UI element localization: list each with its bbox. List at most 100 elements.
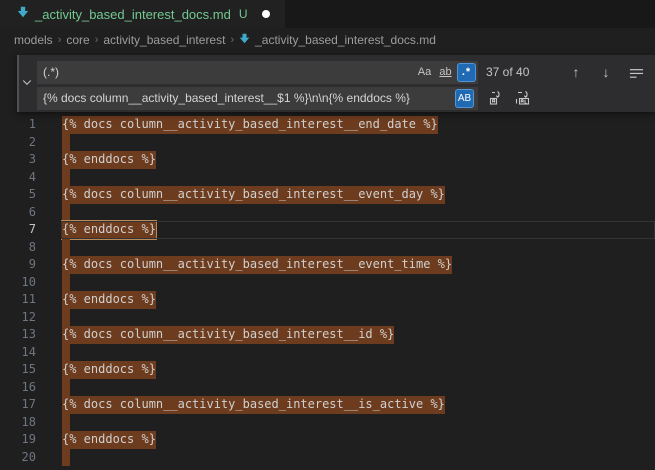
line-number: 20 <box>0 449 36 467</box>
find-match-empty <box>62 239 70 257</box>
breadcrumb: models › core › activity_based_interest … <box>0 28 655 52</box>
code-text: {% enddocs %} <box>62 431 156 449</box>
breadcrumb-item-activity-based-interest[interactable]: activity_based_interest <box>103 33 225 47</box>
code-text <box>62 134 70 152</box>
line-number: 13 <box>0 326 36 344</box>
line-number: 18 <box>0 414 36 432</box>
code-line[interactable]: 9 {% docs column__activity_based_interest… <box>0 256 655 274</box>
line-number: 11 <box>0 291 36 309</box>
previous-match-button[interactable]: ↑ <box>566 62 586 82</box>
code-area[interactable]: 1 {% docs column__activity_based_interest… <box>0 116 655 466</box>
line-number: 12 <box>0 309 36 327</box>
replace-all-button[interactable] <box>513 88 533 108</box>
code-text <box>62 309 70 327</box>
code-text <box>62 204 70 222</box>
code-line[interactable]: 11 {% enddocs %} <box>0 291 655 309</box>
dbt-down-arrow-icon <box>239 33 250 47</box>
replace-row: AB <box>37 86 655 110</box>
code-line[interactable]: 10 <box>0 274 655 292</box>
code-text: {% enddocs %} <box>62 221 156 239</box>
code-line[interactable]: 16 <box>0 379 655 397</box>
code-line[interactable]: 6 <box>0 204 655 222</box>
code-text: {% docs column__activity_based_interest_… <box>62 186 445 204</box>
find-input[interactable] <box>43 61 415 84</box>
code-line[interactable]: 14 <box>0 344 655 362</box>
find-match: {% docs column__activity_based_interest_… <box>62 326 394 344</box>
line-number: 7 <box>0 221 36 239</box>
tab-filename: _activity_based_interest_docs.md <box>35 7 231 22</box>
code-text <box>62 379 70 397</box>
find-match: {% enddocs %} <box>62 291 156 309</box>
whole-word-button[interactable]: ab <box>436 63 455 82</box>
line-number: 5 <box>0 186 36 204</box>
preserve-case-button[interactable]: AB <box>455 89 474 108</box>
code-text: {% docs column__activity_based_interest_… <box>62 256 452 274</box>
breadcrumb-item-file[interactable]: _activity_based_interest_docs.md <box>239 33 436 47</box>
code-line[interactable]: 15{% enddocs %} <box>0 361 655 379</box>
breadcrumb-separator: › <box>58 34 62 46</box>
code-line[interactable]: 18 <box>0 414 655 432</box>
find-match-empty <box>62 449 70 467</box>
replace-input[interactable] <box>43 87 455 110</box>
line-number: 9 <box>0 256 36 274</box>
line-number: 1 <box>0 116 36 134</box>
find-match-empty <box>62 134 70 152</box>
regex-button[interactable]: .* <box>457 63 476 82</box>
code-text: {% docs column__activity_based_interest_… <box>62 326 394 344</box>
find-in-selection-button[interactable] <box>626 62 646 82</box>
breadcrumb-separator: › <box>95 34 99 46</box>
find-row: Aa ab .* 37 of 40 ↑ ↓ <box>37 60 655 84</box>
find-match: {% docs column__activity_based_interest_… <box>62 186 445 204</box>
match-case-button[interactable]: Aa <box>415 63 434 82</box>
code-line[interactable]: 8 <box>0 239 655 257</box>
chevron-down-icon <box>21 76 33 91</box>
breadcrumb-separator: › <box>230 34 234 46</box>
line-number: 2 <box>0 134 36 152</box>
replace-buttons <box>486 88 533 108</box>
editor-tab[interactable]: _activity_based_interest_docs.md U <box>0 0 285 28</box>
code-text: {% enddocs %} <box>62 291 156 309</box>
code-text <box>62 169 70 187</box>
find-match: {% docs column__activity_based_interest_… <box>62 116 438 134</box>
code-line[interactable]: 7 {% enddocs %} <box>0 221 655 239</box>
code-line[interactable]: 3 {% enddocs %} <box>0 151 655 169</box>
find-inputbox: Aa ab .* <box>37 61 478 84</box>
current-find-match: {% enddocs %} <box>62 221 156 239</box>
code-text: {% docs column__activity_based_interest_… <box>62 396 445 414</box>
code-text: {% enddocs %} <box>62 151 156 169</box>
find-nav-buttons: ↑ ↓ <box>566 62 655 82</box>
code-line[interactable]: 1 {% docs column__activity_based_interest… <box>0 116 655 134</box>
code-line[interactable]: 2 <box>0 134 655 152</box>
find-match: {% enddocs %} <box>62 431 156 449</box>
breadcrumb-file-label: _activity_based_interest_docs.md <box>255 33 436 47</box>
line-number: 10 <box>0 274 36 292</box>
unsaved-dot-icon[interactable] <box>262 10 270 18</box>
find-match: {% enddocs %} <box>62 361 156 379</box>
code-line[interactable]: 12 <box>0 309 655 327</box>
breadcrumb-item-core[interactable]: core <box>66 33 89 47</box>
code-text <box>62 414 70 432</box>
code-text <box>62 449 70 467</box>
line-number: 3 <box>0 151 36 169</box>
next-match-button[interactable]: ↓ <box>596 62 616 82</box>
code-text <box>62 274 70 292</box>
selection-lines-icon <box>629 65 644 80</box>
editor[interactable]: Aa ab .* 37 of 40 ↑ ↓ <box>0 52 655 470</box>
replace-all-icon <box>515 90 531 106</box>
breadcrumb-item-models[interactable]: models <box>14 33 53 47</box>
code-text: {% enddocs %} <box>62 361 156 379</box>
code-line[interactable]: 20 <box>0 449 655 467</box>
line-number: 4 <box>0 169 36 187</box>
code-line[interactable]: 17{% docs column__activity_based_interes… <box>0 396 655 414</box>
replace-inputbox: AB <box>37 87 478 110</box>
code-line[interactable]: 19{% enddocs %} <box>0 431 655 449</box>
replace-one-button[interactable] <box>486 88 506 108</box>
find-match-empty <box>62 204 70 222</box>
find-match-empty <box>62 274 70 292</box>
results-count: 37 of 40 <box>486 65 538 79</box>
code-line[interactable]: 13 {% docs column__activity_based_interes… <box>0 326 655 344</box>
code-line[interactable]: 5 {% docs column__activity_based_interest… <box>0 186 655 204</box>
code-line[interactable]: 4 <box>0 169 655 187</box>
toggle-replace-button[interactable] <box>19 55 35 112</box>
find-match-empty <box>62 379 70 397</box>
